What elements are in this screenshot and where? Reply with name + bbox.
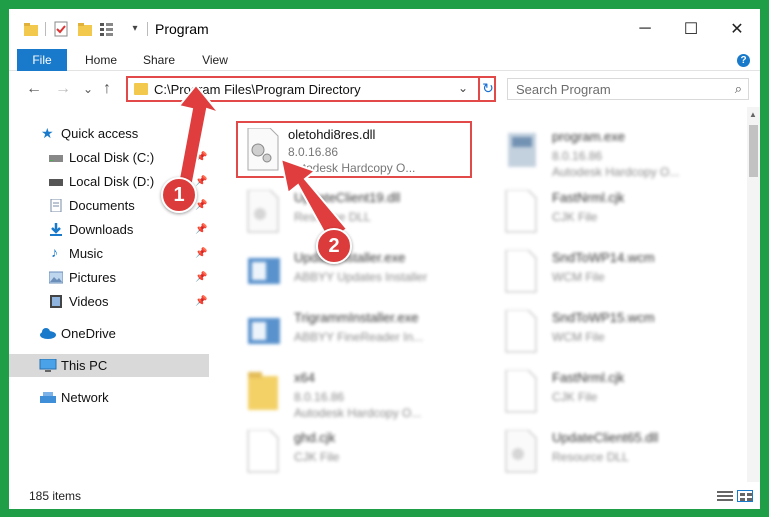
callout-badge-1: 1 bbox=[161, 177, 197, 213]
callout-arrows bbox=[168, 83, 349, 243]
callout-badge-2: 2 bbox=[316, 228, 352, 264]
explorer-window: ▾ Program ─ ☐ ✕ File Home Share View ? ←… bbox=[9, 9, 760, 509]
